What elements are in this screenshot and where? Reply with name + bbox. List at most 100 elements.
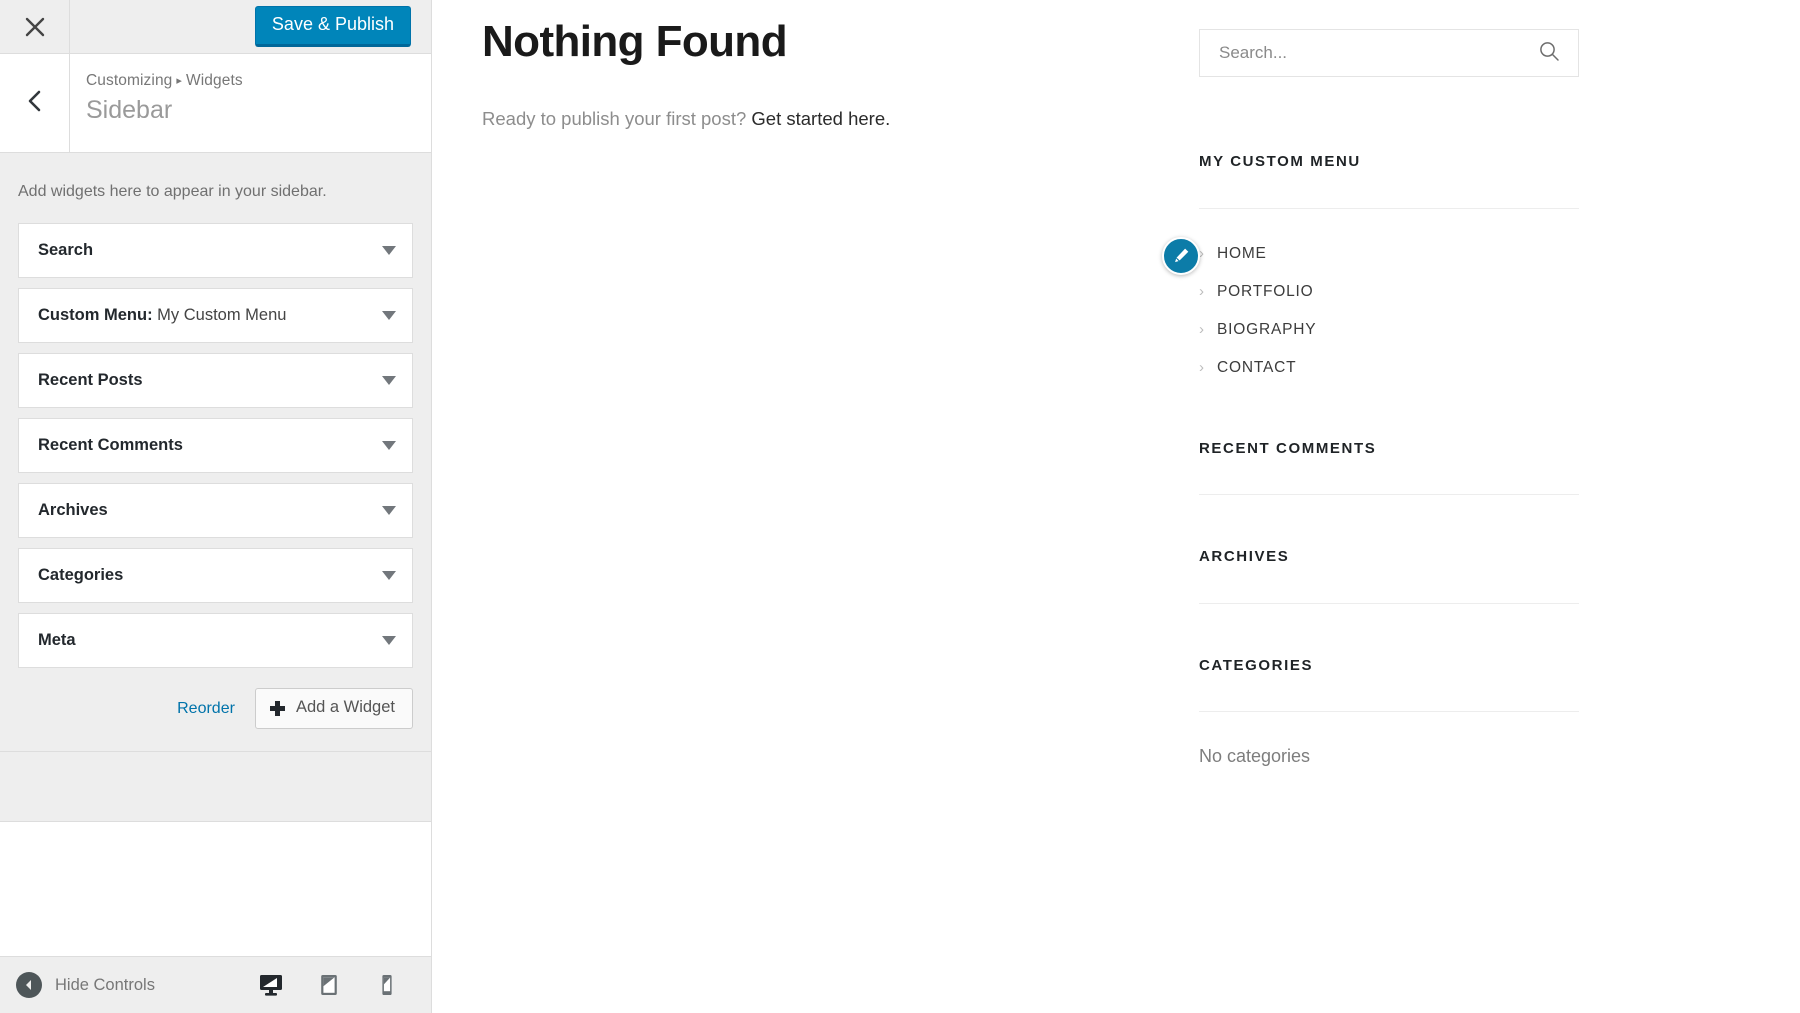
customizer-footer: Hide Controls [0, 956, 431, 1013]
hide-controls-button[interactable]: Hide Controls [16, 972, 257, 998]
widget-value: My Custom Menu [152, 306, 287, 325]
reorder-button[interactable]: Reorder [175, 694, 237, 724]
widget-item-recent-posts[interactable]: Recent Posts [18, 353, 413, 409]
search-input[interactable] [1219, 43, 1538, 63]
add-widget-label: Add a Widget [295, 698, 395, 717]
desktop-icon[interactable] [257, 971, 285, 999]
post-body-text: Ready to publish your first post? [482, 108, 752, 129]
customizer-section-header: Customizing ▸ Widgets Sidebar [0, 54, 431, 153]
widget-name: Recent Comments [38, 436, 183, 455]
widget-item-custom-menu[interactable]: Custom Menu: My Custom Menu [18, 288, 413, 344]
widget-title: Custom Menu: My Custom Menu [38, 306, 382, 325]
hide-controls-label: Hide Controls [55, 975, 155, 994]
divider [1199, 494, 1579, 495]
divider [1199, 711, 1579, 712]
widget-heading: Recent Comments [1199, 439, 1377, 457]
widgets-pane: Add widgets here to appear in your sideb… [0, 153, 431, 753]
widget-title: Search [38, 241, 382, 260]
breadcrumb-root: Customizing [86, 72, 173, 89]
widget-item-categories[interactable]: Categories [18, 548, 413, 604]
caret-down-icon[interactable] [382, 441, 396, 451]
topbar-actions: Save & Publish [70, 0, 431, 53]
widget-name: Search [38, 241, 94, 260]
widget-heading: My Custom Menu [1199, 153, 1361, 170]
chevron-right-icon: › [1199, 321, 1204, 338]
menu-item-portfolio[interactable]: › Portfolio [1199, 273, 1579, 311]
plus-icon [269, 700, 285, 716]
widget-name: Categories [38, 566, 124, 585]
site-preview: Nothing Found Ready to publish your firs… [433, 0, 1800, 1013]
mobile-icon[interactable] [373, 971, 401, 999]
get-started-link[interactable]: Get started here. [751, 108, 890, 129]
device-preview-switcher [257, 971, 417, 999]
menu-item-label: Home [1217, 244, 1267, 262]
menu-item-home[interactable]: › Home [1162, 235, 1579, 275]
widget-item-meta[interactable]: Meta [18, 613, 413, 669]
menu-item-label: Portfolio [1217, 282, 1314, 300]
menu-item-biography[interactable]: › Biography [1199, 311, 1579, 349]
widget-item-search[interactable]: Search [18, 223, 413, 279]
panel-spacer [0, 752, 431, 823]
post-body: Ready to publish your first post? Get st… [482, 105, 1202, 134]
menu-list: › Home › Portfolio › Biography › [1162, 235, 1579, 387]
search-widget [1199, 29, 1579, 77]
widget-title: Categories [38, 566, 382, 585]
widget-name: Custom Menu: [38, 306, 153, 325]
divider [1199, 207, 1579, 209]
caret-down-icon[interactable] [382, 636, 396, 646]
post-area: Nothing Found Ready to publish your firs… [482, 14, 1202, 134]
collapse-left-icon [16, 972, 42, 998]
widget-title: Recent Comments [38, 436, 382, 455]
panel-empty-area [0, 822, 431, 956]
no-categories-text: No categories [1199, 746, 1311, 766]
search-icon[interactable] [1538, 40, 1560, 67]
preview-content: Nothing Found Ready to publish your firs… [433, 0, 1800, 1013]
widget-title: Archives [38, 501, 382, 520]
save-and-publish-button[interactable]: Save & Publish [254, 6, 411, 47]
widget-name: Meta [38, 631, 76, 650]
customizer-body: Add widgets here to appear in your sideb… [0, 153, 431, 956]
customizer-panel: Save & Publish Customizing ▸ Widgets Sideb… [0, 0, 432, 1013]
archives-widget: Archives [1199, 547, 1579, 604]
post-title: Nothing Found [482, 17, 788, 66]
menu-item-label: Biography [1217, 320, 1317, 338]
divider [1199, 602, 1579, 604]
caret-down-icon[interactable] [382, 376, 396, 386]
close-customizer-button[interactable] [0, 0, 70, 53]
add-a-widget-button[interactable]: Add a Widget [254, 688, 413, 730]
preview-sidebar: My Custom Menu › [1162, 29, 1579, 768]
menu-item-label: Contact [1217, 358, 1297, 376]
customizer-screen: Save & Publish Customizing ▸ Widgets Sideb… [0, 0, 1800, 1013]
widget-heading: Archives [1199, 548, 1290, 565]
caret-down-icon[interactable] [382, 311, 396, 321]
breadcrumb: Customizing ▸ Widgets [86, 71, 411, 91]
chevron-left-icon [25, 89, 45, 118]
widget-name: Archives [38, 501, 108, 520]
breadcrumb-current: Widgets [186, 72, 243, 89]
widget-item-archives[interactable]: Archives [18, 483, 413, 539]
caret-down-icon[interactable] [382, 506, 396, 516]
edit-pencil-icon[interactable] [1162, 236, 1200, 275]
menu-item-contact[interactable]: › Contact [1199, 349, 1579, 387]
categories-widget: Categories No categories [1199, 656, 1579, 768]
recent-comments-widget: Recent Comments [1199, 439, 1579, 495]
back-button[interactable] [0, 54, 70, 152]
widget-heading: Categories [1199, 656, 1314, 674]
widget-title: Recent Posts [38, 371, 382, 390]
chevron-right-icon: › [1199, 283, 1204, 300]
caret-down-icon[interactable] [382, 571, 396, 581]
widgets-description: Add widgets here to appear in your sideb… [18, 183, 327, 200]
widget-actions: Reorder Add a Widget [18, 678, 413, 730]
page-title: Sidebar [86, 96, 173, 125]
chevron-right-icon: › [1199, 359, 1204, 376]
custom-menu-widget: My Custom Menu › [1162, 152, 1579, 387]
breadcrumb-separator-icon: ▸ [176, 75, 183, 87]
caret-down-icon[interactable] [382, 246, 396, 256]
widget-name: Recent Posts [38, 371, 143, 390]
close-icon [24, 16, 46, 38]
widget-title: Meta [38, 631, 382, 650]
tablet-icon[interactable] [315, 971, 343, 999]
customizer-topbar: Save & Publish [0, 0, 431, 54]
header-titles: Customizing ▸ Widgets Sidebar [70, 54, 431, 152]
widget-item-recent-comments[interactable]: Recent Comments [18, 418, 413, 474]
